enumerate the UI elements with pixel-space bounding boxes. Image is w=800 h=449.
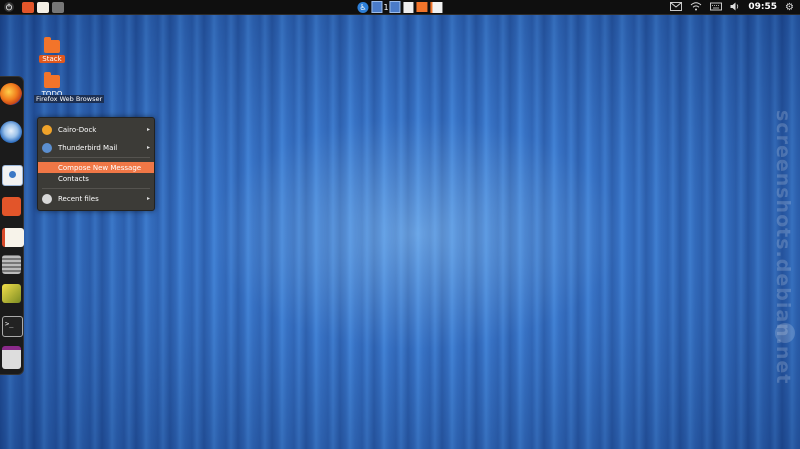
left-dock: >_ — [0, 76, 24, 375]
image-viewer-icon[interactable] — [2, 284, 21, 303]
thunderbird-icon[interactable] — [0, 121, 22, 143]
documents-icon[interactable] — [37, 1, 49, 13]
top-panel: ♿ 1 09:55 ⚙ — [0, 0, 800, 15]
indicator-area: 09:55 ⚙ — [670, 0, 794, 14]
keyboard-icon[interactable] — [710, 2, 723, 13]
menu-item-compose-new-message[interactable]: Compose New Message — [38, 162, 154, 173]
folder-icon[interactable] — [2, 197, 21, 216]
submenu-arrow-icon: ▸ — [146, 126, 150, 133]
menu-item-label: Compose New Message — [58, 163, 142, 172]
power-icon[interactable] — [4, 2, 14, 12]
workspace-switcher[interactable]: 1 — [371, 1, 401, 13]
desktop-icon-stack[interactable]: Stack — [34, 37, 70, 63]
menu-item-cairo-dock[interactable]: Cairo-Dock ▸ — [38, 124, 154, 135]
workspace-number: 1 — [383, 2, 389, 12]
menu-separator — [42, 157, 150, 158]
wifi-icon[interactable] — [690, 1, 702, 13]
menu-item-contacts[interactable]: Contacts — [38, 173, 154, 184]
submenu-arrow-icon: ▸ — [146, 144, 150, 151]
workspace-icon — [371, 1, 383, 13]
text-editor-icon[interactable] — [403, 1, 414, 13]
cairo-dock-icon — [42, 124, 52, 135]
context-menu: Cairo-Dock ▸ Thunderbird Mail ▸ Compose … — [37, 117, 155, 211]
top-dock: ♿ 1 — [357, 0, 443, 14]
thunderbird-icon — [42, 142, 52, 153]
desktop-icon-label: Stack — [39, 55, 65, 63]
folder-icon — [44, 72, 60, 88]
mail-icon[interactable] — [670, 1, 683, 13]
watermark: screenshots.debian.net — [772, 110, 794, 385]
menu-item-label: Cairo-Dock — [58, 125, 97, 134]
window-icon[interactable] — [2, 346, 21, 369]
menu-item-thunderbird-mail[interactable]: Thunderbird Mail ▸ — [38, 142, 154, 153]
menu-separator — [42, 188, 150, 189]
terminal-icon[interactable]: >_ — [2, 316, 23, 337]
menu-item-label: Recent files — [58, 194, 99, 203]
files-icon[interactable] — [416, 2, 428, 12]
firefox-icon[interactable] — [0, 83, 22, 105]
launcher-icon[interactable] — [52, 1, 64, 13]
menu-item-label: Contacts — [58, 174, 89, 183]
accessibility-icon[interactable]: ♿ — [357, 1, 369, 13]
document-icon[interactable] — [2, 228, 24, 247]
folder-icon — [44, 37, 60, 53]
submenu-arrow-icon: ▸ — [146, 195, 150, 202]
calculator-icon[interactable] — [2, 255, 21, 274]
dock-tooltip: Firefox Web Browser — [34, 95, 105, 103]
menu-item-recent-files[interactable]: Recent files ▸ — [38, 193, 154, 204]
workspace-icon — [389, 1, 401, 13]
menu-item-label: Thunderbird Mail — [58, 143, 118, 152]
recent-files-icon — [42, 193, 52, 204]
gear-icon[interactable]: ⚙ — [785, 2, 794, 13]
desktop-background — [0, 0, 800, 449]
volume-icon[interactable] — [730, 2, 740, 13]
mail-compose-icon[interactable] — [2, 165, 23, 186]
debian-logo-icon — [775, 323, 795, 343]
document-icon[interactable] — [430, 1, 443, 13]
places-folder-icon[interactable] — [22, 1, 34, 13]
clock[interactable]: 09:55 — [748, 2, 777, 12]
